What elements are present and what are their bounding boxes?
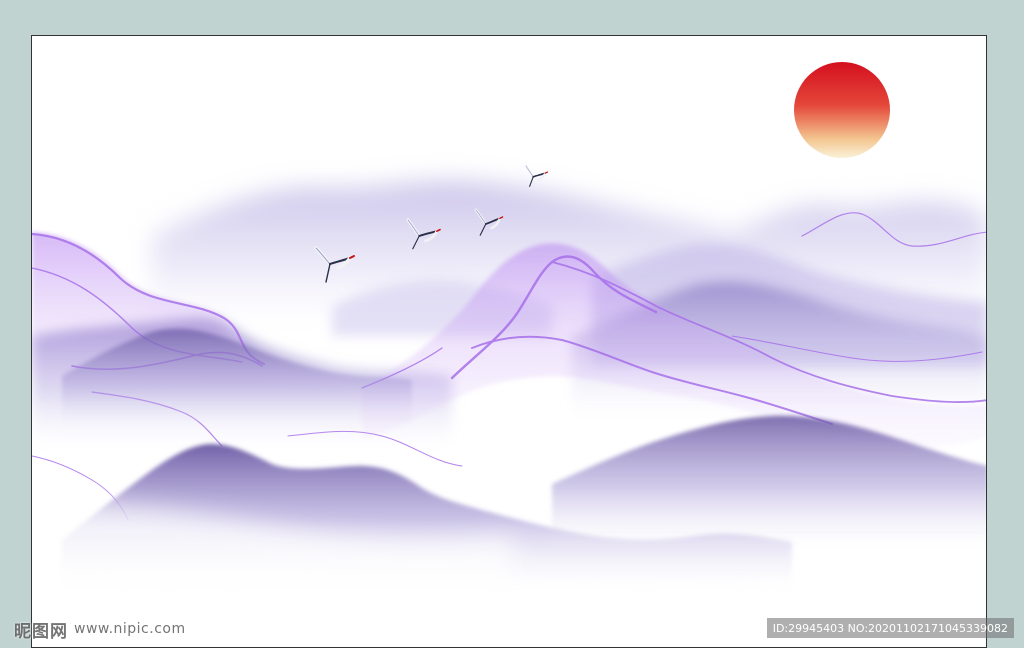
watermark-url: www.nipic.com [74,621,186,637]
watermark-brand-name: 昵图网 [14,621,68,642]
crane-icon [524,164,549,187]
painting-canvas [31,35,987,648]
landscape-painting [32,62,986,647]
watermark-id-text: ID:29945403 NO:20201102171045339082 [772,621,1008,635]
watermark-id-strip: ID:29945403 NO:20201102171045339082 [766,618,1014,638]
image-frame: 昵图网 www.nipic.com ID:29945403 NO:2020110… [0,0,1024,648]
watermark-logo: 昵图网 www.nipic.com [14,618,186,642]
red-sun [794,62,890,158]
